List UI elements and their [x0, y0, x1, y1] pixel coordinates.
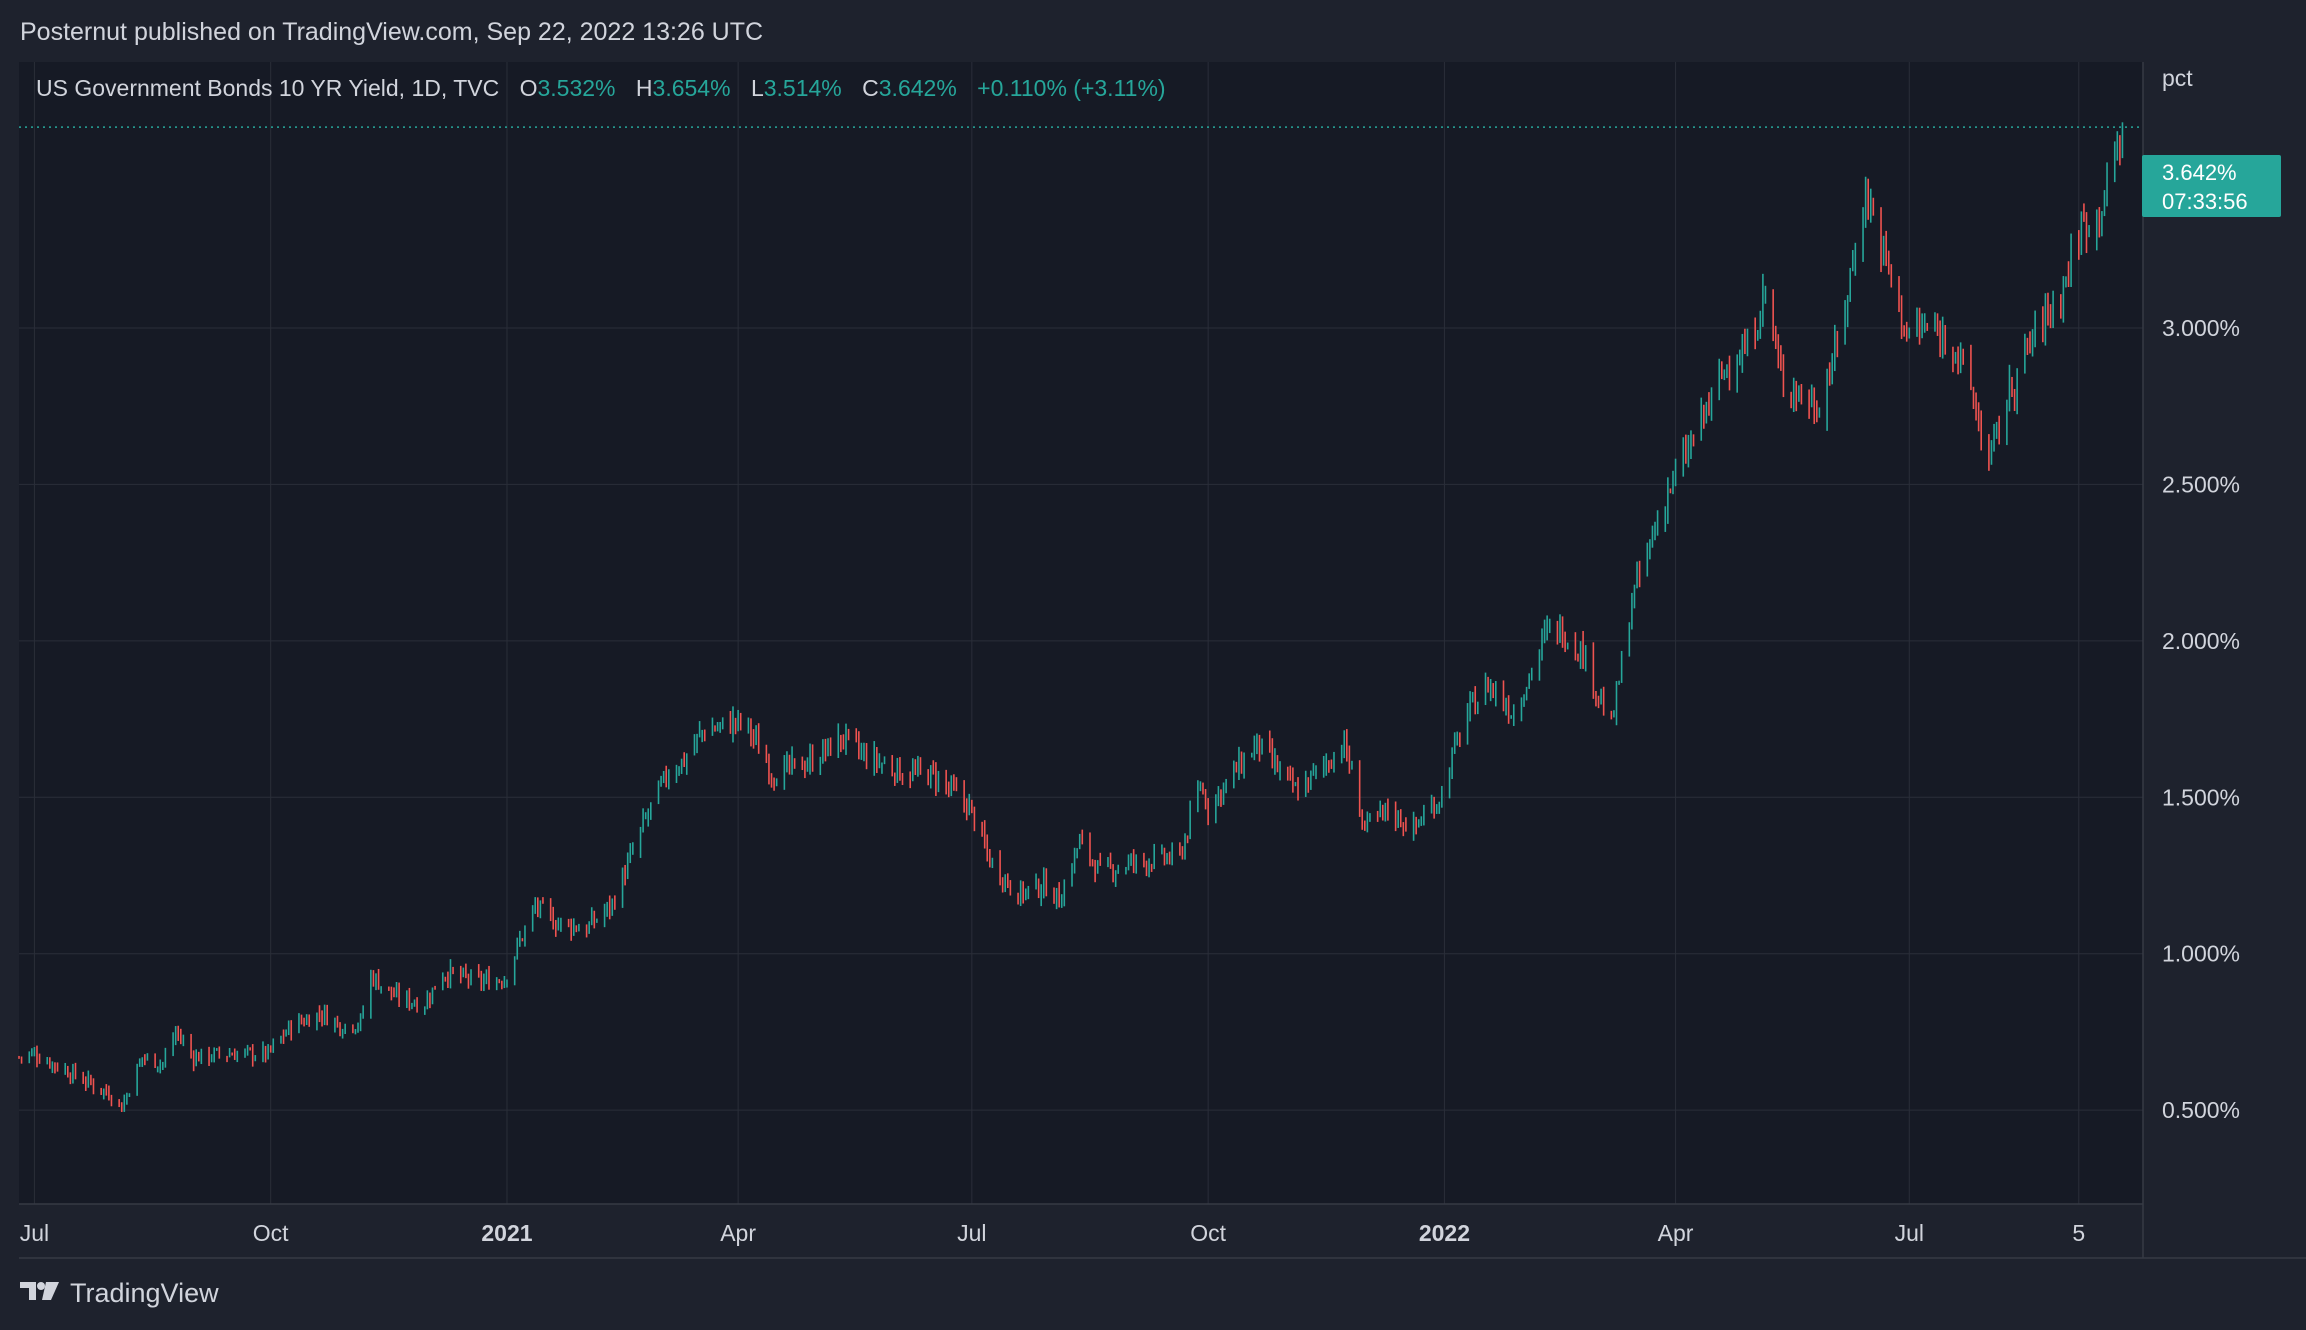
brand-name: TradingView	[70, 1278, 219, 1308]
time-tick-label: Apr	[1658, 1220, 1694, 1246]
candlestick-series	[18, 122, 2124, 1112]
close-label: C	[862, 75, 879, 101]
time-tick-label: 5	[2072, 1220, 2085, 1246]
time-axis: Jul Oct 2021 Apr Jul Oct 2022 Apr Jul 5	[20, 1220, 2085, 1246]
price-unit-label: pct	[2162, 65, 2193, 91]
close-value: 3.642%	[878, 75, 957, 101]
symbol-title: US Government Bonds 10 YR Yield, 1D, TVC	[36, 75, 500, 101]
price-axis: 0.500% 1.000% 1.500% 2.000% 2.500% 3.000% pct	[2162, 65, 2240, 1123]
time-tick-label: Apr	[720, 1220, 756, 1246]
high-label: H	[635, 75, 653, 101]
time-tick-label: Jul	[957, 1220, 986, 1246]
open-label: O	[519, 75, 538, 101]
time-tick-label: 2022	[1419, 1220, 1470, 1246]
bar-countdown: 07:33:56	[2162, 189, 2248, 214]
low-value: 3.514%	[763, 75, 842, 101]
open-value: 3.532%	[537, 75, 616, 101]
time-tick-label: Oct	[1190, 1220, 1226, 1246]
time-tick-label: Jul	[1895, 1220, 1924, 1246]
chart-svg[interactable]: 3.642% 07:33:56 0.500% 1.000% 1.500% 2.000% 2…	[0, 0, 2306, 1330]
low-label: L	[750, 75, 764, 101]
grid-lines	[19, 62, 2306, 1259]
change-value: +0.110% (+3.11%)	[977, 75, 1166, 101]
time-tick-label: Oct	[253, 1220, 289, 1246]
price-tick-label: 3.000%	[2162, 315, 2240, 341]
time-tick-label: 2021	[481, 1220, 532, 1246]
tradingview-footer[interactable]: TradingView	[20, 1278, 219, 1309]
price-tick-label: 1.500%	[2162, 784, 2240, 810]
overlay: 3.642% 07:33:56	[19, 126, 2281, 217]
price-tick-label: 1.000%	[2162, 941, 2240, 967]
price-tick-label: 0.500%	[2162, 1097, 2240, 1123]
tradingview-logo-icon	[20, 1278, 60, 1309]
price-tick-label: 2.000%	[2162, 628, 2240, 654]
last-price-value: 3.642%	[2162, 160, 2237, 185]
symbol-legend: US Government Bonds 10 YR Yield, 1D, TVC…	[36, 75, 1166, 102]
price-tick-label: 2.500%	[2162, 471, 2240, 497]
time-tick-label: Jul	[20, 1220, 49, 1246]
high-value: 3.654%	[652, 75, 731, 101]
